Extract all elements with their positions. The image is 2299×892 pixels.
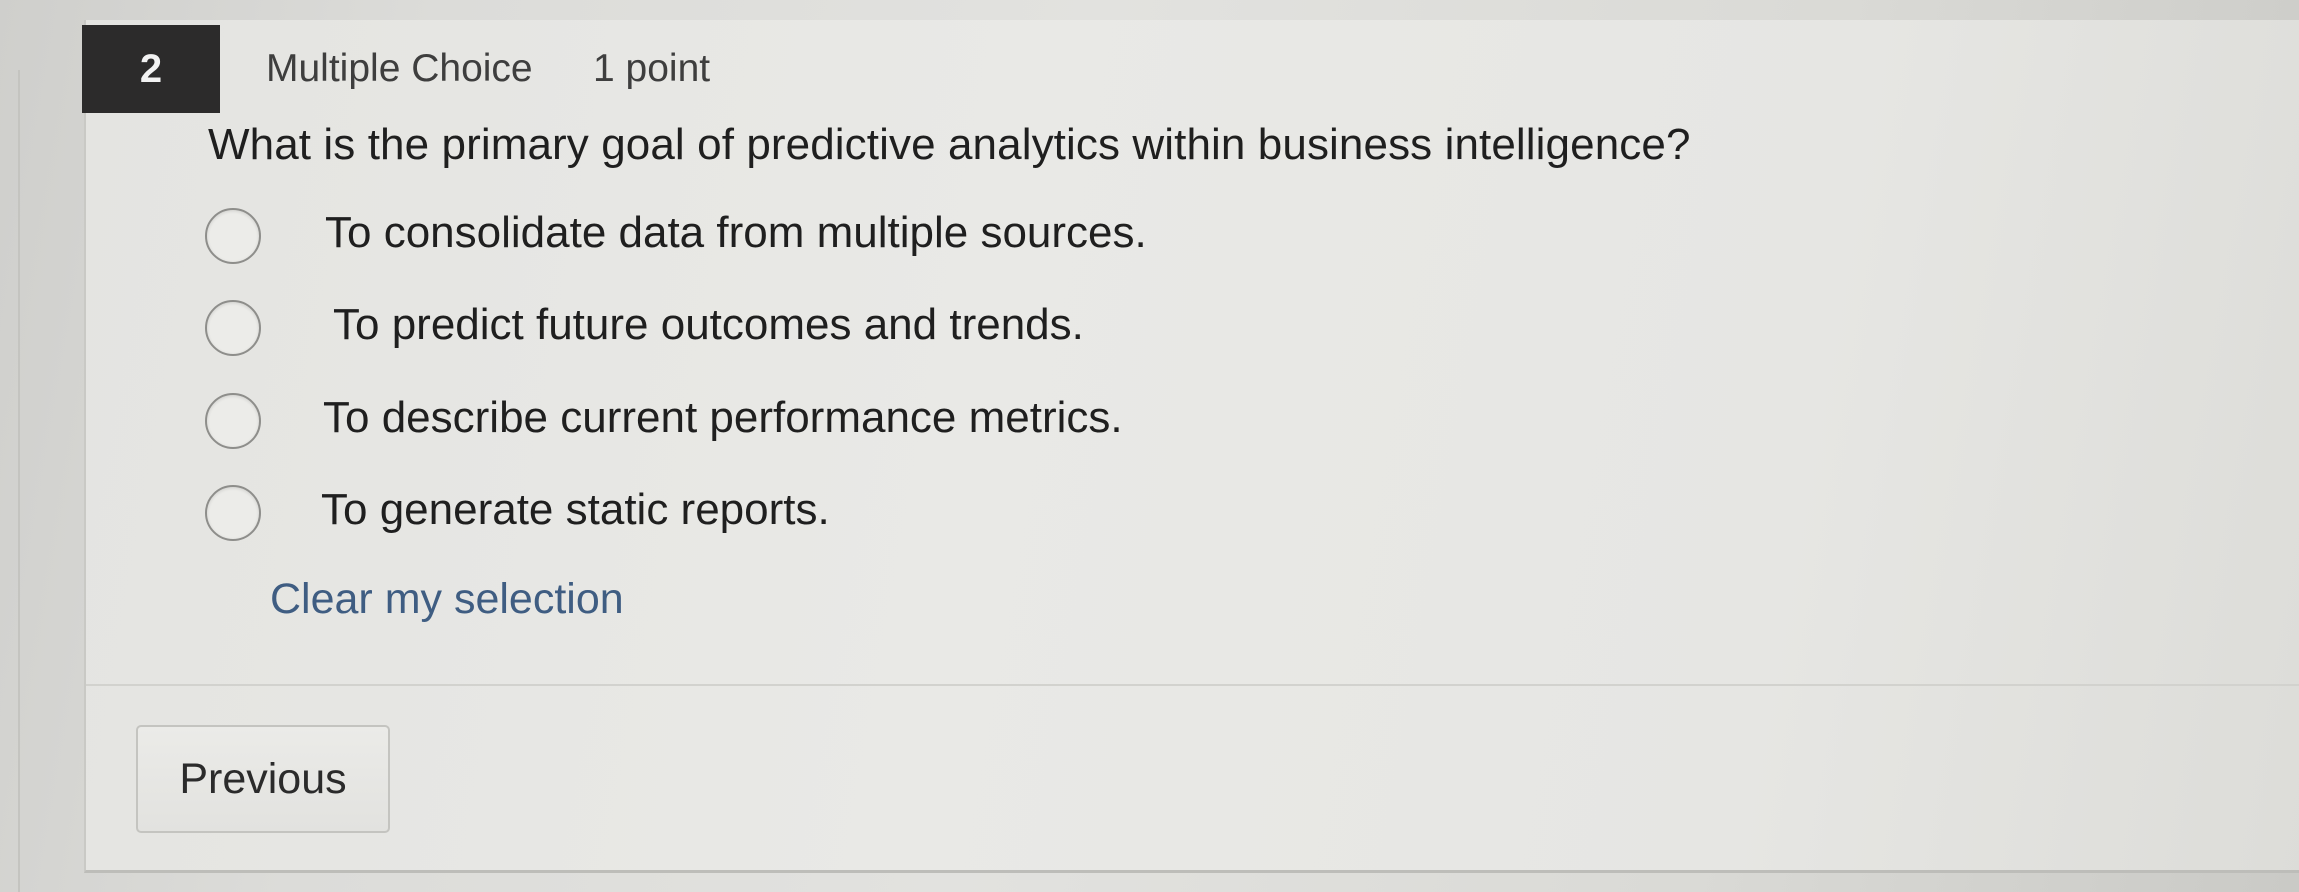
radio-button-4[interactable] — [205, 485, 261, 541]
question-number-badge: 2 — [82, 25, 220, 113]
previous-button[interactable]: Previous — [136, 725, 390, 833]
answer-option-label-4[interactable]: To generate static reports. — [321, 485, 830, 535]
answer-option-4[interactable] — [205, 483, 261, 543]
answer-option-label-2[interactable]: To predict future outcomes and trends. — [333, 300, 1084, 350]
answer-option-label-1[interactable]: To consolidate data from multiple source… — [325, 208, 1147, 258]
radio-button-2[interactable] — [205, 300, 261, 356]
answer-option-2[interactable] — [205, 298, 261, 358]
question-type-label: Multiple Choice — [266, 47, 533, 90]
left-border-line — [18, 70, 20, 892]
answer-option-label-3[interactable]: To describe current performance metrics. — [323, 393, 1123, 443]
section-divider — [86, 684, 2299, 686]
answer-option-3[interactable] — [205, 391, 261, 451]
clear-selection-link[interactable]: Clear my selection — [270, 575, 624, 624]
answer-option-1[interactable] — [205, 206, 261, 266]
question-text: What is the primary goal of predictive a… — [208, 120, 1691, 169]
question-points-label: 1 point — [593, 47, 711, 90]
radio-button-1[interactable] — [205, 208, 261, 264]
radio-button-3[interactable] — [205, 393, 261, 449]
